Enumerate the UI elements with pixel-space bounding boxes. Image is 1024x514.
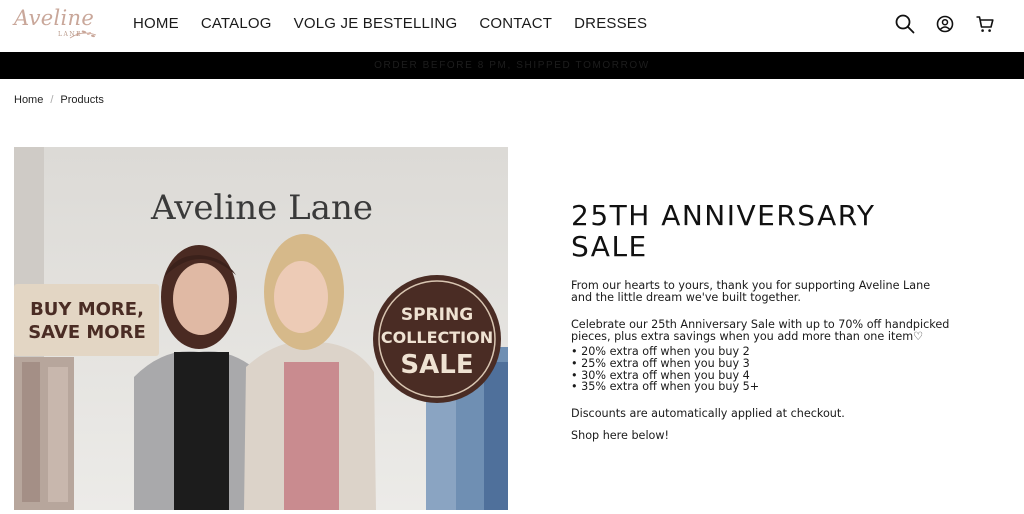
breadcrumb: Home / Products	[14, 94, 104, 106]
nav-catalog[interactable]: CATALOG	[201, 15, 272, 32]
hero-illustration: Aveline Lane BUY MORE, SAVE MORE SPRING …	[14, 147, 508, 510]
left-sign-line2: SAVE MORE	[28, 322, 146, 343]
site-logo[interactable]: Aveline LANE	[14, 6, 97, 44]
nav-track-order[interactable]: VOLG JE BESTELLING	[294, 15, 458, 32]
breadcrumb-current: Products	[60, 94, 104, 106]
celebrate-line-2: pieces, plus extra savings when you add …	[571, 329, 924, 343]
sale-description: 25TH ANNIVERSARY SALE From our hearts to…	[571, 200, 951, 442]
right-sign-line2: COLLECTION	[381, 328, 493, 347]
breadcrumb-home[interactable]: Home	[14, 94, 43, 106]
celebrate-paragraph: Celebrate our 25th Anniversary Sale with…	[571, 319, 951, 342]
right-sign-line3: SALE	[400, 350, 473, 380]
title-line-2: SALE	[571, 230, 648, 263]
search-icon[interactable]	[894, 13, 916, 35]
right-sign-line1: SPRING	[401, 305, 473, 325]
intro-line-2: and the little dream we've built togethe…	[571, 290, 801, 304]
header-icons	[876, 13, 996, 35]
announcement-bar: ORDER BEFORE 8 PM, SHIPPED TOMORROW	[0, 52, 1024, 79]
breadcrumb-separator: /	[50, 94, 54, 106]
nav-dresses[interactable]: DRESSES	[574, 15, 647, 32]
left-sign-line1: BUY MORE,	[30, 299, 144, 320]
list-item: 25% extra off when you buy 3	[571, 358, 951, 370]
hero-image: Aveline Lane BUY MORE, SAVE MORE SPRING …	[14, 147, 508, 510]
main-nav: HOME CATALOG VOLG JE BESTELLING CONTACT …	[133, 15, 669, 32]
nav-home[interactable]: HOME	[133, 15, 179, 32]
cart-icon[interactable]	[974, 13, 996, 35]
shop-below-text: Shop here below!	[571, 429, 670, 443]
account-icon[interactable]	[934, 13, 956, 35]
site-header: Aveline LANE HOME CATALOG VOLG JE BESTEL…	[0, 0, 1024, 52]
checkout-note: Discounts are automatically applied at c…	[571, 406, 845, 420]
logo-subtitle: LANE	[58, 31, 82, 38]
title-line-1: 25TH ANNIVERSARY	[571, 199, 876, 232]
nav-contact[interactable]: CONTACT	[479, 15, 552, 32]
discount-list: 20% extra off when you buy 2 25% extra o…	[571, 346, 951, 392]
intro-paragraph: From our hearts to yours, thank you for …	[571, 280, 951, 303]
list-item: 35% extra off when you buy 5+	[571, 381, 951, 393]
page-title: 25TH ANNIVERSARY SALE	[571, 200, 951, 262]
wall-sign-text: Aveline Lane	[150, 188, 373, 228]
announcement-text: ORDER BEFORE 8 PM, SHIPPED TOMORROW	[374, 60, 650, 71]
